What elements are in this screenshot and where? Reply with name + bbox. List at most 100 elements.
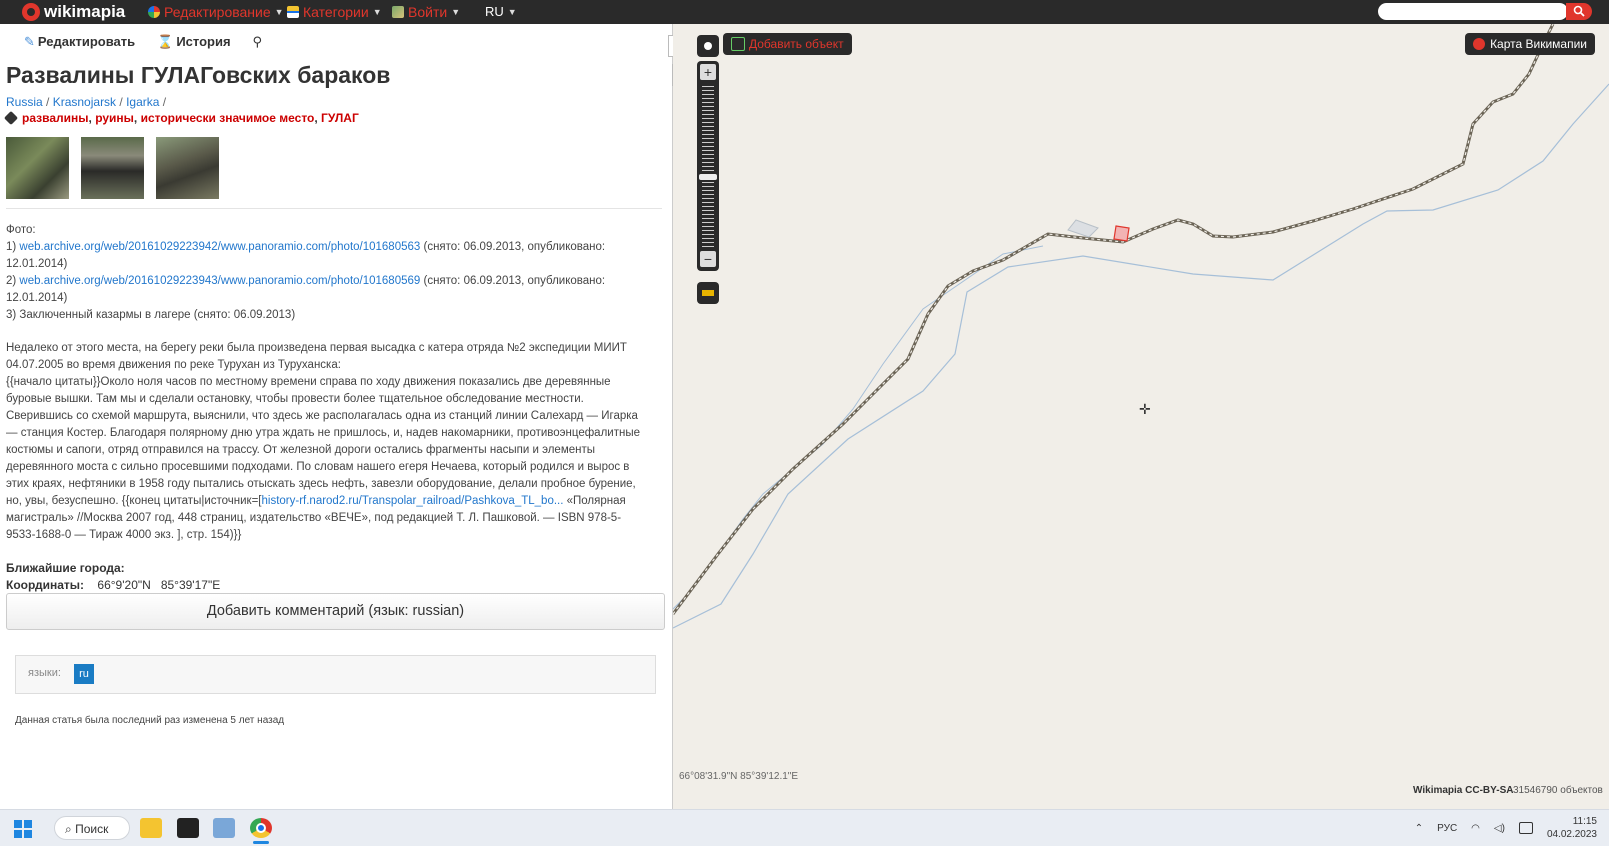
railway-line: [673, 24, 1554, 615]
coordinates-lat: 66°9'20"N: [97, 578, 151, 592]
photo-credit-2: 2) web.archive.org/web/20161029223943/ww…: [6, 273, 646, 307]
last-modified-note: Данная статья была последний раз изменен…: [15, 715, 285, 726]
coordinates-row: Координаты: 66°9'20"N 85°39'17"E: [6, 578, 220, 592]
menu-language-label: RU: [485, 4, 504, 19]
photos-app-icon[interactable]: [213, 818, 235, 838]
wikimapia-logo-icon: [1473, 38, 1486, 50]
photo-thumbnail[interactable]: [156, 137, 219, 199]
quote-source-link[interactable]: history-rf.narod2.ru/Transpolar_railroad…: [262, 495, 564, 507]
taskbar-search-label: Поиск: [75, 822, 109, 836]
photo-credit-index: 2): [6, 275, 20, 287]
nearest-cities-heading: Ближайшие города:: [6, 561, 125, 575]
menu-edit[interactable]: Редактирование ▼: [148, 4, 284, 20]
photo-source-link[interactable]: web.archive.org/web/20161029223943/www.p…: [19, 275, 420, 287]
coordinates-label: Координаты:: [6, 578, 85, 592]
input-language[interactable]: РУС: [1437, 823, 1457, 834]
menu-login-label: Войти: [408, 4, 448, 20]
add-object-label: Добавить объект: [749, 37, 844, 51]
photos-heading: Фото:: [6, 224, 36, 236]
home-icon: [731, 37, 745, 51]
photo-credit-3: 3) Заключенный казармы в лагере (снято: …: [6, 309, 296, 321]
edit-menu-icon: [148, 6, 160, 18]
login-icon: [392, 6, 404, 18]
breadcrumb-link-city[interactable]: Igarka: [126, 95, 159, 109]
selected-map-object: [1113, 225, 1130, 242]
cursor-coordinates: 66°08'31.9"N 85°39'12.1"E: [679, 771, 799, 782]
photo-thumbnail[interactable]: [81, 137, 144, 199]
top-navigation-bar: wikimapia Редактирование ▼ Категории ▼ В…: [0, 0, 1609, 24]
menu-categories[interactable]: Категории ▼: [287, 4, 382, 20]
zoom-slider-track[interactable]: [702, 83, 714, 248]
menu-language[interactable]: RU ▼: [485, 4, 517, 19]
panel-toolbar: ✎ Редактировать ⌛ История ⚲: [24, 34, 262, 50]
photo-credit-index: 1): [6, 241, 20, 253]
chrome-browser-icon[interactable]: [250, 818, 272, 838]
taskbar-clock[interactable]: 11:15 04.02.2023: [1547, 815, 1597, 841]
map-mode-button[interactable]: [697, 35, 719, 57]
tag-link[interactable]: руины: [95, 111, 134, 125]
clock-date: 04.02.2023: [1546, 829, 1597, 840]
wikimapia-map-type-button[interactable]: Карта Викимапии: [1465, 33, 1595, 55]
chevron-up-icon[interactable]: ⌃: [1415, 823, 1423, 834]
place-info-panel: ✎ Редактировать ⌛ История ⚲ Развалины ГУЛА…: [0, 24, 673, 809]
pencil-icon: ✎: [24, 34, 35, 49]
menu-login[interactable]: Войти ▼: [392, 4, 460, 20]
chevron-down-icon: ▼: [507, 6, 517, 17]
breadcrumb-link-country[interactable]: Russia: [6, 95, 43, 109]
objects-count: 31546790 объектов: [1513, 785, 1603, 796]
tag-link[interactable]: исторически значимое место: [141, 111, 315, 125]
coordinates-lon: 85°39'17"E: [160, 578, 221, 592]
river-line: [673, 245, 1044, 610]
zoom-slider-handle[interactable]: [699, 174, 717, 180]
map-viewport[interactable]: Добавить объект + − Карта Викимапии ✛ 66…: [673, 24, 1609, 809]
quote-text: {{начало цитаты}}Около ноля часов по мес…: [6, 376, 640, 507]
place-description: Фото: 1) web.archive.org/web/20161029223…: [6, 222, 646, 544]
add-object-button[interactable]: Добавить объект: [723, 33, 852, 55]
map-copyright[interactable]: Wikimapia CC-BY-SA: [1413, 785, 1513, 796]
edit-button-label: Редактировать: [37, 34, 136, 49]
ruler-tool-button[interactable]: [697, 282, 719, 304]
zoom-in-button[interactable]: +: [700, 64, 716, 80]
categories-icon: [287, 6, 299, 18]
add-comment-button[interactable]: Добавить комментарий (язык: russian): [6, 593, 665, 630]
tag-link[interactable]: развалины: [22, 111, 89, 125]
railway-line: [673, 24, 1555, 615]
wifi-icon[interactable]: ◠: [1471, 823, 1480, 834]
map-pin-icon: ⚲: [252, 34, 263, 49]
edit-button[interactable]: ✎ Редактировать: [24, 34, 135, 50]
photo-source-link[interactable]: web.archive.org/web/20161029223942/www.p…: [19, 241, 420, 253]
map-search-input[interactable]: [1378, 3, 1568, 20]
description-quote: {{начало цитаты}}Около ноля часов по мес…: [6, 374, 646, 544]
language-badge-ru[interactable]: ru: [74, 664, 94, 684]
battery-icon[interactable]: [1518, 822, 1533, 834]
menu-edit-label: Редактирование: [164, 4, 271, 20]
search-icon: ⌕: [65, 822, 76, 836]
languages-box: языки: ru: [15, 655, 656, 694]
windows-start-button[interactable]: [14, 820, 32, 838]
history-icon: ⌛: [157, 34, 174, 49]
file-explorer-icon[interactable]: [140, 818, 162, 838]
breadcrumb: Russia / Krasnojarsk / Igarka /: [6, 95, 167, 109]
tag-link[interactable]: ГУЛАГ: [321, 111, 359, 125]
divider: [6, 208, 662, 209]
zoom-control[interactable]: + −: [697, 61, 719, 271]
history-button-label: История: [176, 34, 231, 49]
map-type-label: Карта Викимапии: [1490, 37, 1587, 51]
system-tray: ⌃ РУС ◠ ◁) 11:15 04.02.2023: [1415, 810, 1609, 846]
terminal-icon[interactable]: [177, 818, 199, 838]
menu-categories-label: Категории: [303, 4, 369, 20]
volume-icon[interactable]: ◁): [1494, 823, 1505, 834]
active-app-indicator: [253, 841, 269, 844]
history-button[interactable]: ⌛ История: [157, 34, 230, 50]
category-tags: развалины, руины, исторически значимое м…: [3, 110, 359, 126]
chevron-down-icon: ▼: [274, 7, 284, 17]
photo-credit-1: 1) web.archive.org/web/20161029223942/ww…: [6, 239, 646, 273]
logo-text: wikimapia: [44, 2, 126, 21]
map-pin-button[interactable]: ⚲: [253, 34, 263, 50]
breadcrumb-link-region[interactable]: Krasnojarsk: [53, 95, 116, 109]
zoom-out-button[interactable]: −: [700, 251, 716, 267]
search-button[interactable]: [1566, 3, 1592, 20]
wikimapia-logo[interactable]: wikimapia: [22, 2, 125, 22]
taskbar-search-button[interactable]: ⌕ Поиск: [54, 816, 130, 840]
photo-thumbnail[interactable]: [6, 137, 69, 199]
